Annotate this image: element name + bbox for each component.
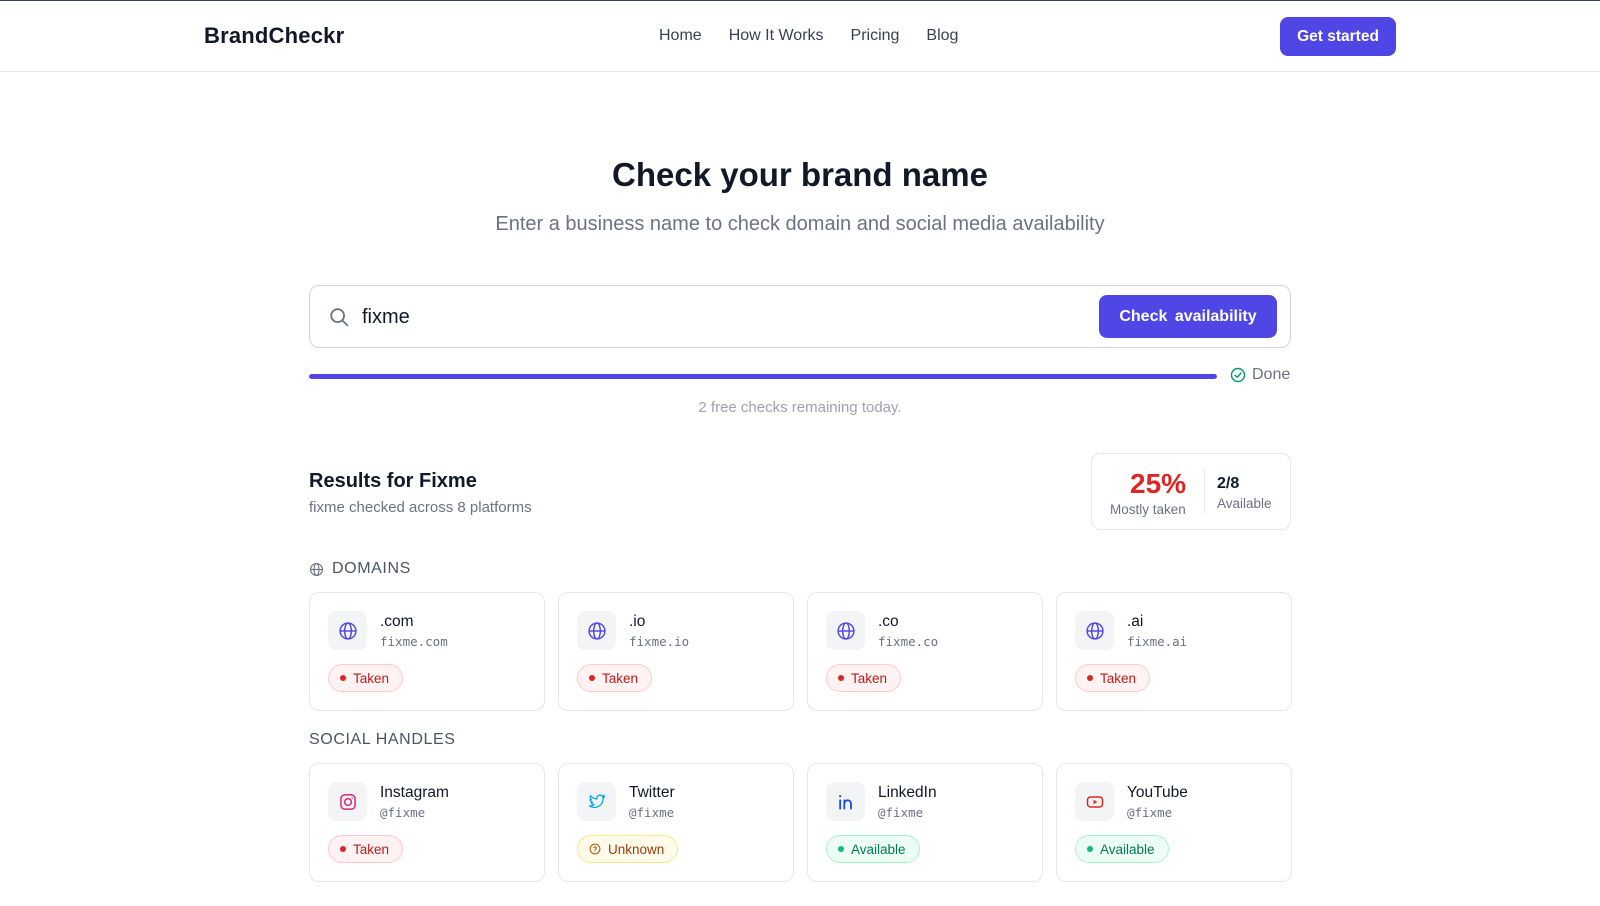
instagram-icon bbox=[339, 793, 356, 810]
twitter-icon bbox=[588, 794, 605, 808]
social-handles-heading-text: SOCIAL HANDLES bbox=[309, 731, 456, 748]
social-platform-name: LinkedIn bbox=[878, 784, 937, 801]
domain-card-com[interactable]: .com fixme.com Taken bbox=[309, 592, 545, 711]
status-badge: Taken bbox=[577, 664, 653, 692]
youtube-icon bbox=[1086, 795, 1103, 808]
domain-tld: .com bbox=[380, 613, 414, 630]
linkedin-icon bbox=[838, 794, 852, 810]
social-card-linkedin[interactable]: LinkedIn @fixme Available bbox=[807, 763, 1043, 882]
results-title: Results for Fixme bbox=[309, 470, 477, 492]
status-badge: Unknown bbox=[577, 835, 679, 863]
globe-icon bbox=[836, 621, 855, 640]
results-subtitle: fixme checked across 8 platforms bbox=[309, 499, 532, 516]
globe-icon bbox=[338, 621, 357, 640]
social-card-twitter[interactable]: Twitter @fixme Unknown bbox=[558, 763, 794, 882]
checks-remaining-text: 2 free checks remaining today. bbox=[698, 399, 902, 416]
score-divider bbox=[1204, 470, 1205, 513]
domain-tld: .co bbox=[878, 613, 899, 630]
domain-tld: .io bbox=[629, 613, 646, 630]
status-badge: Taken bbox=[328, 835, 404, 863]
nav-how-it-works-link[interactable]: How It Works bbox=[729, 27, 824, 45]
top-navbar: BrandCheckr Home How It Works Pricing Bl… bbox=[0, 0, 1600, 72]
available-count: 2/8 bbox=[1217, 475, 1240, 492]
progress-status-text: Done bbox=[1252, 366, 1291, 383]
taken-percentage: 25% bbox=[1130, 468, 1187, 499]
page-title: Check your brand name bbox=[612, 156, 988, 193]
main-nav: Home How It Works Pricing Blog bbox=[659, 27, 958, 45]
domain-icon-box bbox=[577, 611, 616, 650]
domain-full-name: fixme.io bbox=[629, 634, 690, 649]
social-handle: @fixme bbox=[878, 805, 924, 820]
progress-fill bbox=[309, 374, 1217, 379]
search-icon bbox=[330, 308, 349, 327]
social-icon-box bbox=[328, 782, 367, 821]
search-box: Check availability bbox=[309, 285, 1291, 348]
availability-score-card: 25% Mostly taken 2/8 Available bbox=[1091, 453, 1291, 530]
social-platform-name: YouTube bbox=[1127, 784, 1188, 801]
domains-heading: DOMAINS bbox=[309, 560, 411, 578]
check-availability-button[interactable]: Check availability bbox=[1099, 295, 1277, 338]
taken-label: Mostly taken bbox=[1110, 502, 1186, 517]
brand-logo[interactable]: BrandCheckr bbox=[204, 23, 344, 49]
domain-full-name: fixme.com bbox=[380, 634, 448, 649]
get-started-button[interactable]: Get started bbox=[1280, 17, 1396, 56]
domain-full-name: fixme.co bbox=[878, 634, 939, 649]
progress-status: Done bbox=[1230, 366, 1290, 384]
social-handle: @fixme bbox=[629, 805, 675, 820]
status-badge: Available bbox=[1075, 835, 1169, 863]
social-card-youtube[interactable]: YouTube @fixme Available bbox=[1056, 763, 1292, 882]
domain-card-ai[interactable]: .ai fixme.ai Taken bbox=[1056, 592, 1292, 711]
globe-icon bbox=[1085, 621, 1104, 640]
status-badge: Taken bbox=[1075, 664, 1151, 692]
question-circle-icon bbox=[589, 843, 601, 855]
domain-icon-box bbox=[826, 611, 865, 650]
progress-bar bbox=[309, 374, 1217, 379]
available-label: Available bbox=[1217, 496, 1272, 511]
social-platform-name: Instagram bbox=[380, 784, 449, 801]
social-handle: @fixme bbox=[1127, 805, 1173, 820]
nav-home-link[interactable]: Home bbox=[659, 27, 702, 45]
domain-icon-box bbox=[328, 611, 367, 650]
domains-heading-text: DOMAINS bbox=[332, 560, 411, 577]
domain-tld: .ai bbox=[1127, 613, 1144, 630]
status-badge: Taken bbox=[328, 664, 404, 692]
brand-name-input[interactable] bbox=[362, 298, 1062, 336]
nav-blog-link[interactable]: Blog bbox=[926, 27, 958, 45]
social-icon-box bbox=[577, 782, 616, 821]
status-badge: Taken bbox=[826, 664, 902, 692]
social-icon-box bbox=[826, 782, 865, 821]
check-circle-icon bbox=[1230, 367, 1246, 383]
page-subtitle: Enter a business name to check domain an… bbox=[495, 213, 1105, 235]
domain-full-name: fixme.ai bbox=[1127, 634, 1188, 649]
domain-card-co[interactable]: .co fixme.co Taken bbox=[807, 592, 1043, 711]
social-icon-box bbox=[1075, 782, 1114, 821]
nav-pricing-link[interactable]: Pricing bbox=[851, 27, 900, 45]
globe-icon bbox=[587, 621, 606, 640]
social-handles-heading: SOCIAL HANDLES bbox=[309, 731, 456, 749]
domain-icon-box bbox=[1075, 611, 1114, 650]
domain-card-io[interactable]: .io fixme.io Taken bbox=[558, 592, 794, 711]
social-platform-name: Twitter bbox=[629, 784, 675, 801]
social-handle: @fixme bbox=[380, 805, 426, 820]
globe-icon bbox=[310, 562, 323, 576]
status-badge: Available bbox=[826, 835, 920, 863]
social-card-instagram[interactable]: Instagram @fixme Taken bbox=[309, 763, 545, 882]
